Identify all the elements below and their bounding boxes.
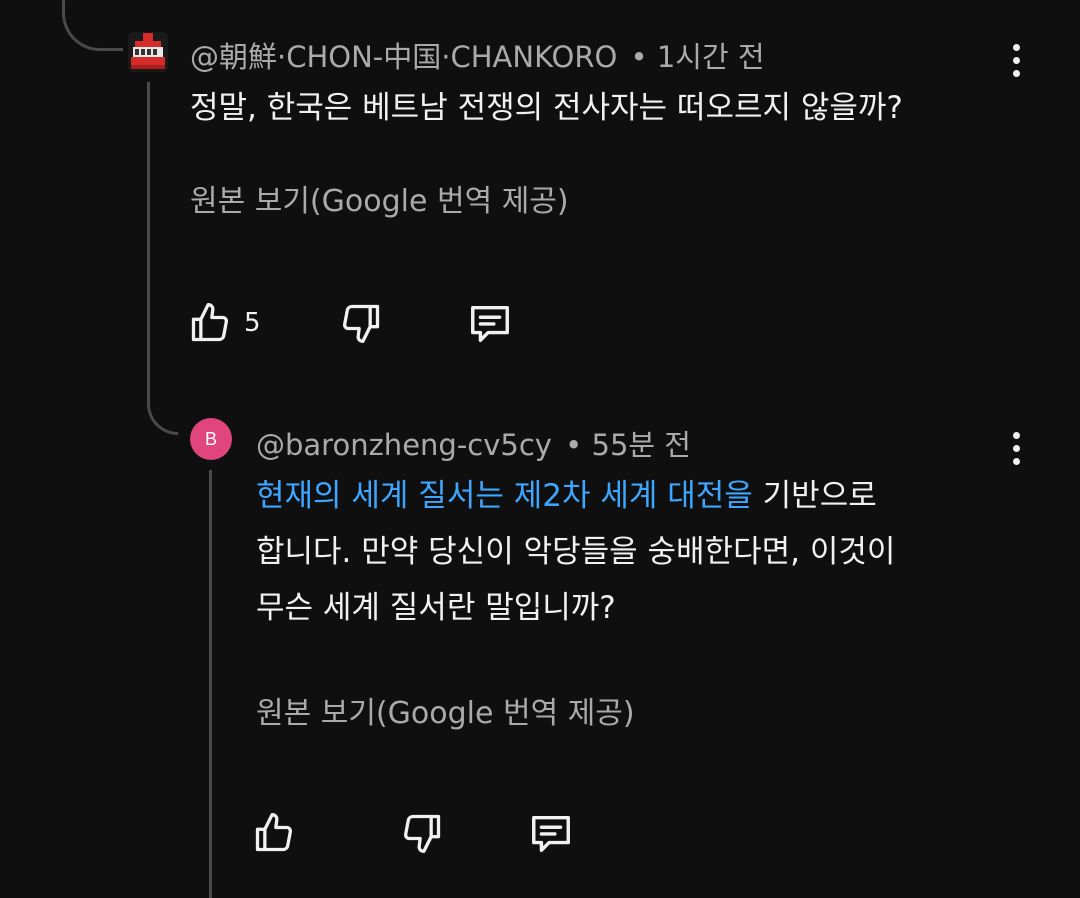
like-count: 5 (244, 308, 261, 338)
comment-author[interactable]: @朝鮮·CHON-中国·CHANKORO • 1시간 전 (190, 34, 765, 76)
more-vertical-icon (1012, 431, 1020, 439)
dislike-button[interactable] (339, 301, 383, 345)
avatar[interactable]: B (190, 418, 232, 460)
see-original-link[interactable]: 원본 보기(Google 번역 제공) (190, 176, 569, 220)
see-original-link[interactable]: 원본 보기(Google 번역 제공) (256, 688, 635, 732)
comment-text-segment: 기반으로 (752, 478, 877, 514)
comment-text-line: 무슨 세계 질서란 말입니까? (256, 590, 616, 626)
thread-curve-top (62, 0, 123, 51)
author-handle[interactable]: @baronzheng-cv5cy (256, 428, 552, 462)
dislike-button[interactable] (400, 811, 444, 855)
comment-author[interactable]: @baronzheng-cv5cy • 55분 전 (256, 422, 691, 464)
comment-text: 정말, 한국은 베트남 전쟁의 전사자는 떠오르지 않을까? (190, 90, 903, 126)
comment-time: • 1시간 전 (630, 40, 765, 74)
author-handle[interactable]: @朝鮮·CHON-中国·CHANKORO (190, 40, 617, 74)
thumbs-up-icon (191, 303, 229, 342)
thread-line-reply (209, 470, 212, 898)
comment-time: • 55분 전 (565, 428, 691, 462)
more-options-button[interactable] (996, 30, 1036, 90)
thumbs-down-icon (403, 814, 441, 853)
translated-link[interactable]: 현재의 세계 질서는 제2차 세계 대전을 (256, 478, 753, 514)
comment-actions: 5 (188, 300, 513, 346)
reply-button[interactable] (528, 810, 574, 856)
comment-actions (252, 810, 574, 856)
comment-text-line: 합니다. 만약 당신이 악당들을 숭배한다면, 이것이 (256, 534, 896, 570)
avatar[interactable] (128, 32, 168, 72)
thumbs-down-icon (342, 304, 379, 343)
more-vertical-icon (1012, 43, 1020, 51)
like-button[interactable] (252, 811, 296, 855)
thumbs-up-icon (255, 813, 293, 852)
like-button[interactable]: 5 (188, 301, 261, 345)
reply-button[interactable] (467, 300, 513, 346)
thread-line-comment1 (147, 82, 150, 362)
thread-curve-reply (147, 360, 178, 435)
avatar-image-icon (131, 33, 165, 69)
comment-text-line: 현재의 세계 질서는 제2차 세계 대전을 기반으로 (256, 468, 1056, 524)
avatar-letter: B (204, 428, 217, 449)
comment-text: 현재의 세계 질서는 제2차 세계 대전을 기반으로 합니다. 만약 당신이 악… (256, 468, 1056, 636)
reply-comment-icon (470, 305, 509, 342)
reply-comment-icon (532, 815, 570, 852)
